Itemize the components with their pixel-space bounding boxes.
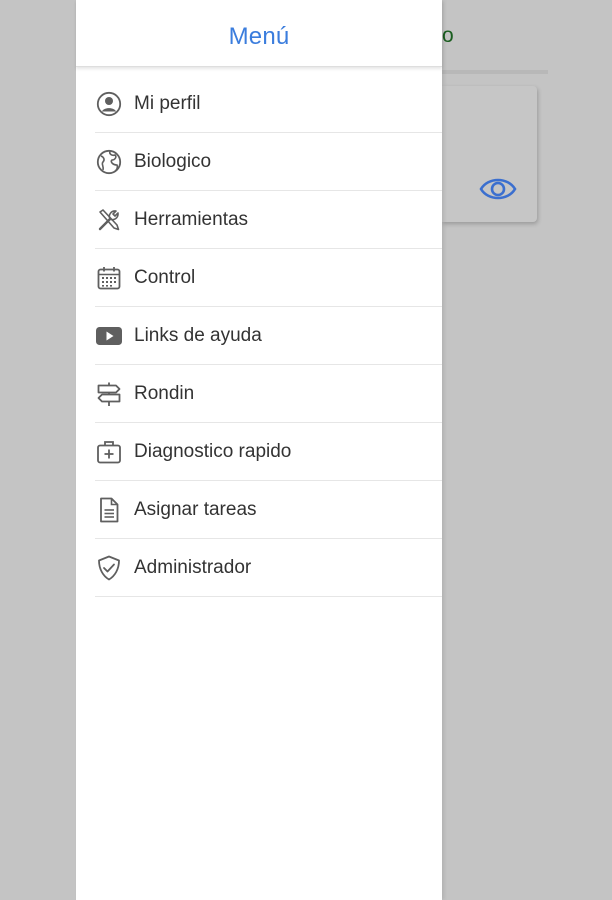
medical-kit-icon	[95, 438, 123, 466]
shield-check-icon	[95, 554, 123, 582]
menu-item-herramientas[interactable]: Herramientas	[95, 191, 442, 249]
drawer-menu: Mi perfil Biologico Herramientas Control…	[76, 67, 442, 597]
menu-item-label: Links de ayuda	[134, 324, 262, 346]
calendar-icon	[95, 264, 123, 292]
menu-item-administrador[interactable]: Administrador	[95, 539, 442, 597]
menu-item-label: Rondin	[134, 382, 195, 404]
menu-item-label: Asignar tareas	[134, 498, 257, 520]
menu-item-links-de-ayuda[interactable]: Links de ayuda	[95, 307, 442, 365]
background-header-divider	[442, 70, 548, 74]
navigation-drawer: Menú Mi perfil Biologico Herramientas Co…	[76, 0, 442, 900]
menu-item-control[interactable]: Control	[95, 249, 442, 307]
document-icon	[95, 496, 123, 524]
menu-item-mi-perfil[interactable]: Mi perfil	[95, 75, 442, 133]
menu-item-asignar-tareas[interactable]: Asignar tareas	[95, 481, 442, 539]
drawer-title: Menú	[228, 23, 290, 50]
menu-item-label: Diagnostico rapido	[134, 440, 292, 462]
menu-item-diagnostico-rapido[interactable]: Diagnostico rapido	[95, 423, 442, 481]
screen: o Menú Mi perfil Biologico Herramientas …	[0, 0, 612, 900]
menu-item-label: Administrador	[134, 556, 252, 578]
globe-icon	[95, 148, 123, 176]
background-header-title: o	[442, 24, 454, 47]
menu-item-label: Herramientas	[134, 208, 249, 230]
menu-item-label: Control	[134, 266, 196, 288]
menu-item-biologico[interactable]: Biologico	[95, 133, 442, 191]
video-play-icon	[95, 322, 123, 350]
menu-item-label: Mi perfil	[134, 92, 201, 114]
drawer-header: Menú	[76, 0, 442, 67]
menu-item-rondin[interactable]: Rondin	[95, 365, 442, 423]
menu-item-label: Biologico	[134, 150, 212, 172]
tools-icon	[95, 206, 123, 234]
eye-icon	[478, 171, 518, 207]
user-circle-icon	[95, 90, 123, 118]
signpost-icon	[95, 380, 123, 408]
